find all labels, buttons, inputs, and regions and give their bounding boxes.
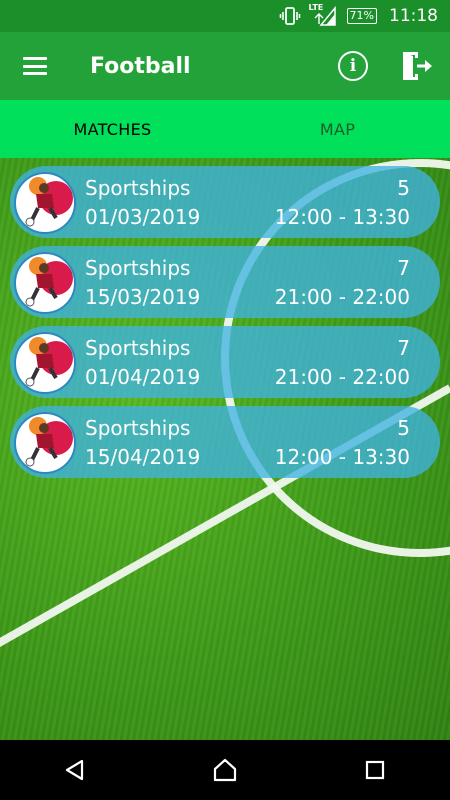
player-avatar <box>14 332 76 394</box>
match-date: 01/03/2019 <box>85 205 201 229</box>
match-player-count: 5 <box>397 416 410 440</box>
vibrate-icon <box>279 7 301 25</box>
match-date: 15/04/2019 <box>85 445 201 469</box>
clock: 11:18 <box>389 6 438 26</box>
match-name: Sportships <box>85 336 191 360</box>
info-icon[interactable]: i <box>338 51 368 81</box>
hamburger-menu-icon[interactable] <box>23 57 47 75</box>
back-triangle-icon[interactable] <box>45 740 105 800</box>
app-bar: Football i <box>0 32 450 100</box>
player-avatar <box>14 412 76 474</box>
match-time: 21:00 - 22:00 <box>274 365 410 389</box>
match-name: Sportships <box>85 416 191 440</box>
match-time: 12:00 - 13:30 <box>274 205 410 229</box>
match-player-count: 7 <box>397 256 410 280</box>
system-nav-bar <box>0 740 450 800</box>
signal-icon: LTE <box>308 3 337 26</box>
match-name: Sportships <box>85 176 191 200</box>
battery-indicator: 71% <box>346 8 377 24</box>
match-date: 15/03/2019 <box>85 285 201 309</box>
match-card[interactable]: Sportships 01/03/2019 5 12:00 - 13:30 <box>10 166 440 238</box>
network-type-label: LTE <box>308 3 324 12</box>
match-card[interactable]: Sportships 01/04/2019 7 21:00 - 22:00 <box>10 326 440 398</box>
match-date: 01/04/2019 <box>85 365 201 389</box>
match-time: 21:00 - 22:00 <box>274 285 410 309</box>
home-icon[interactable] <box>195 740 255 800</box>
player-avatar <box>14 252 76 314</box>
matches-list[interactable]: Sportships 01/03/2019 5 12:00 - 13:30 Sp… <box>0 158 450 740</box>
tab-map[interactable]: MAP <box>225 100 450 158</box>
status-bar: LTE 71% 11:18 <box>0 0 450 32</box>
match-time: 12:00 - 13:30 <box>274 445 410 469</box>
match-card[interactable]: Sportships 15/03/2019 7 21:00 - 22:00 <box>10 246 440 318</box>
tab-bar: MATCHES MAP <box>0 100 450 158</box>
match-card[interactable]: Sportships 15/04/2019 5 12:00 - 13:30 <box>10 406 440 478</box>
tab-matches[interactable]: MATCHES <box>0 100 225 158</box>
match-player-count: 7 <box>397 336 410 360</box>
recents-square-icon[interactable] <box>345 740 405 800</box>
player-avatar <box>14 172 76 234</box>
page-title: Football <box>90 53 191 79</box>
match-player-count: 5 <box>397 176 410 200</box>
match-name: Sportships <box>85 256 191 280</box>
exit-door-icon[interactable] <box>400 50 436 82</box>
